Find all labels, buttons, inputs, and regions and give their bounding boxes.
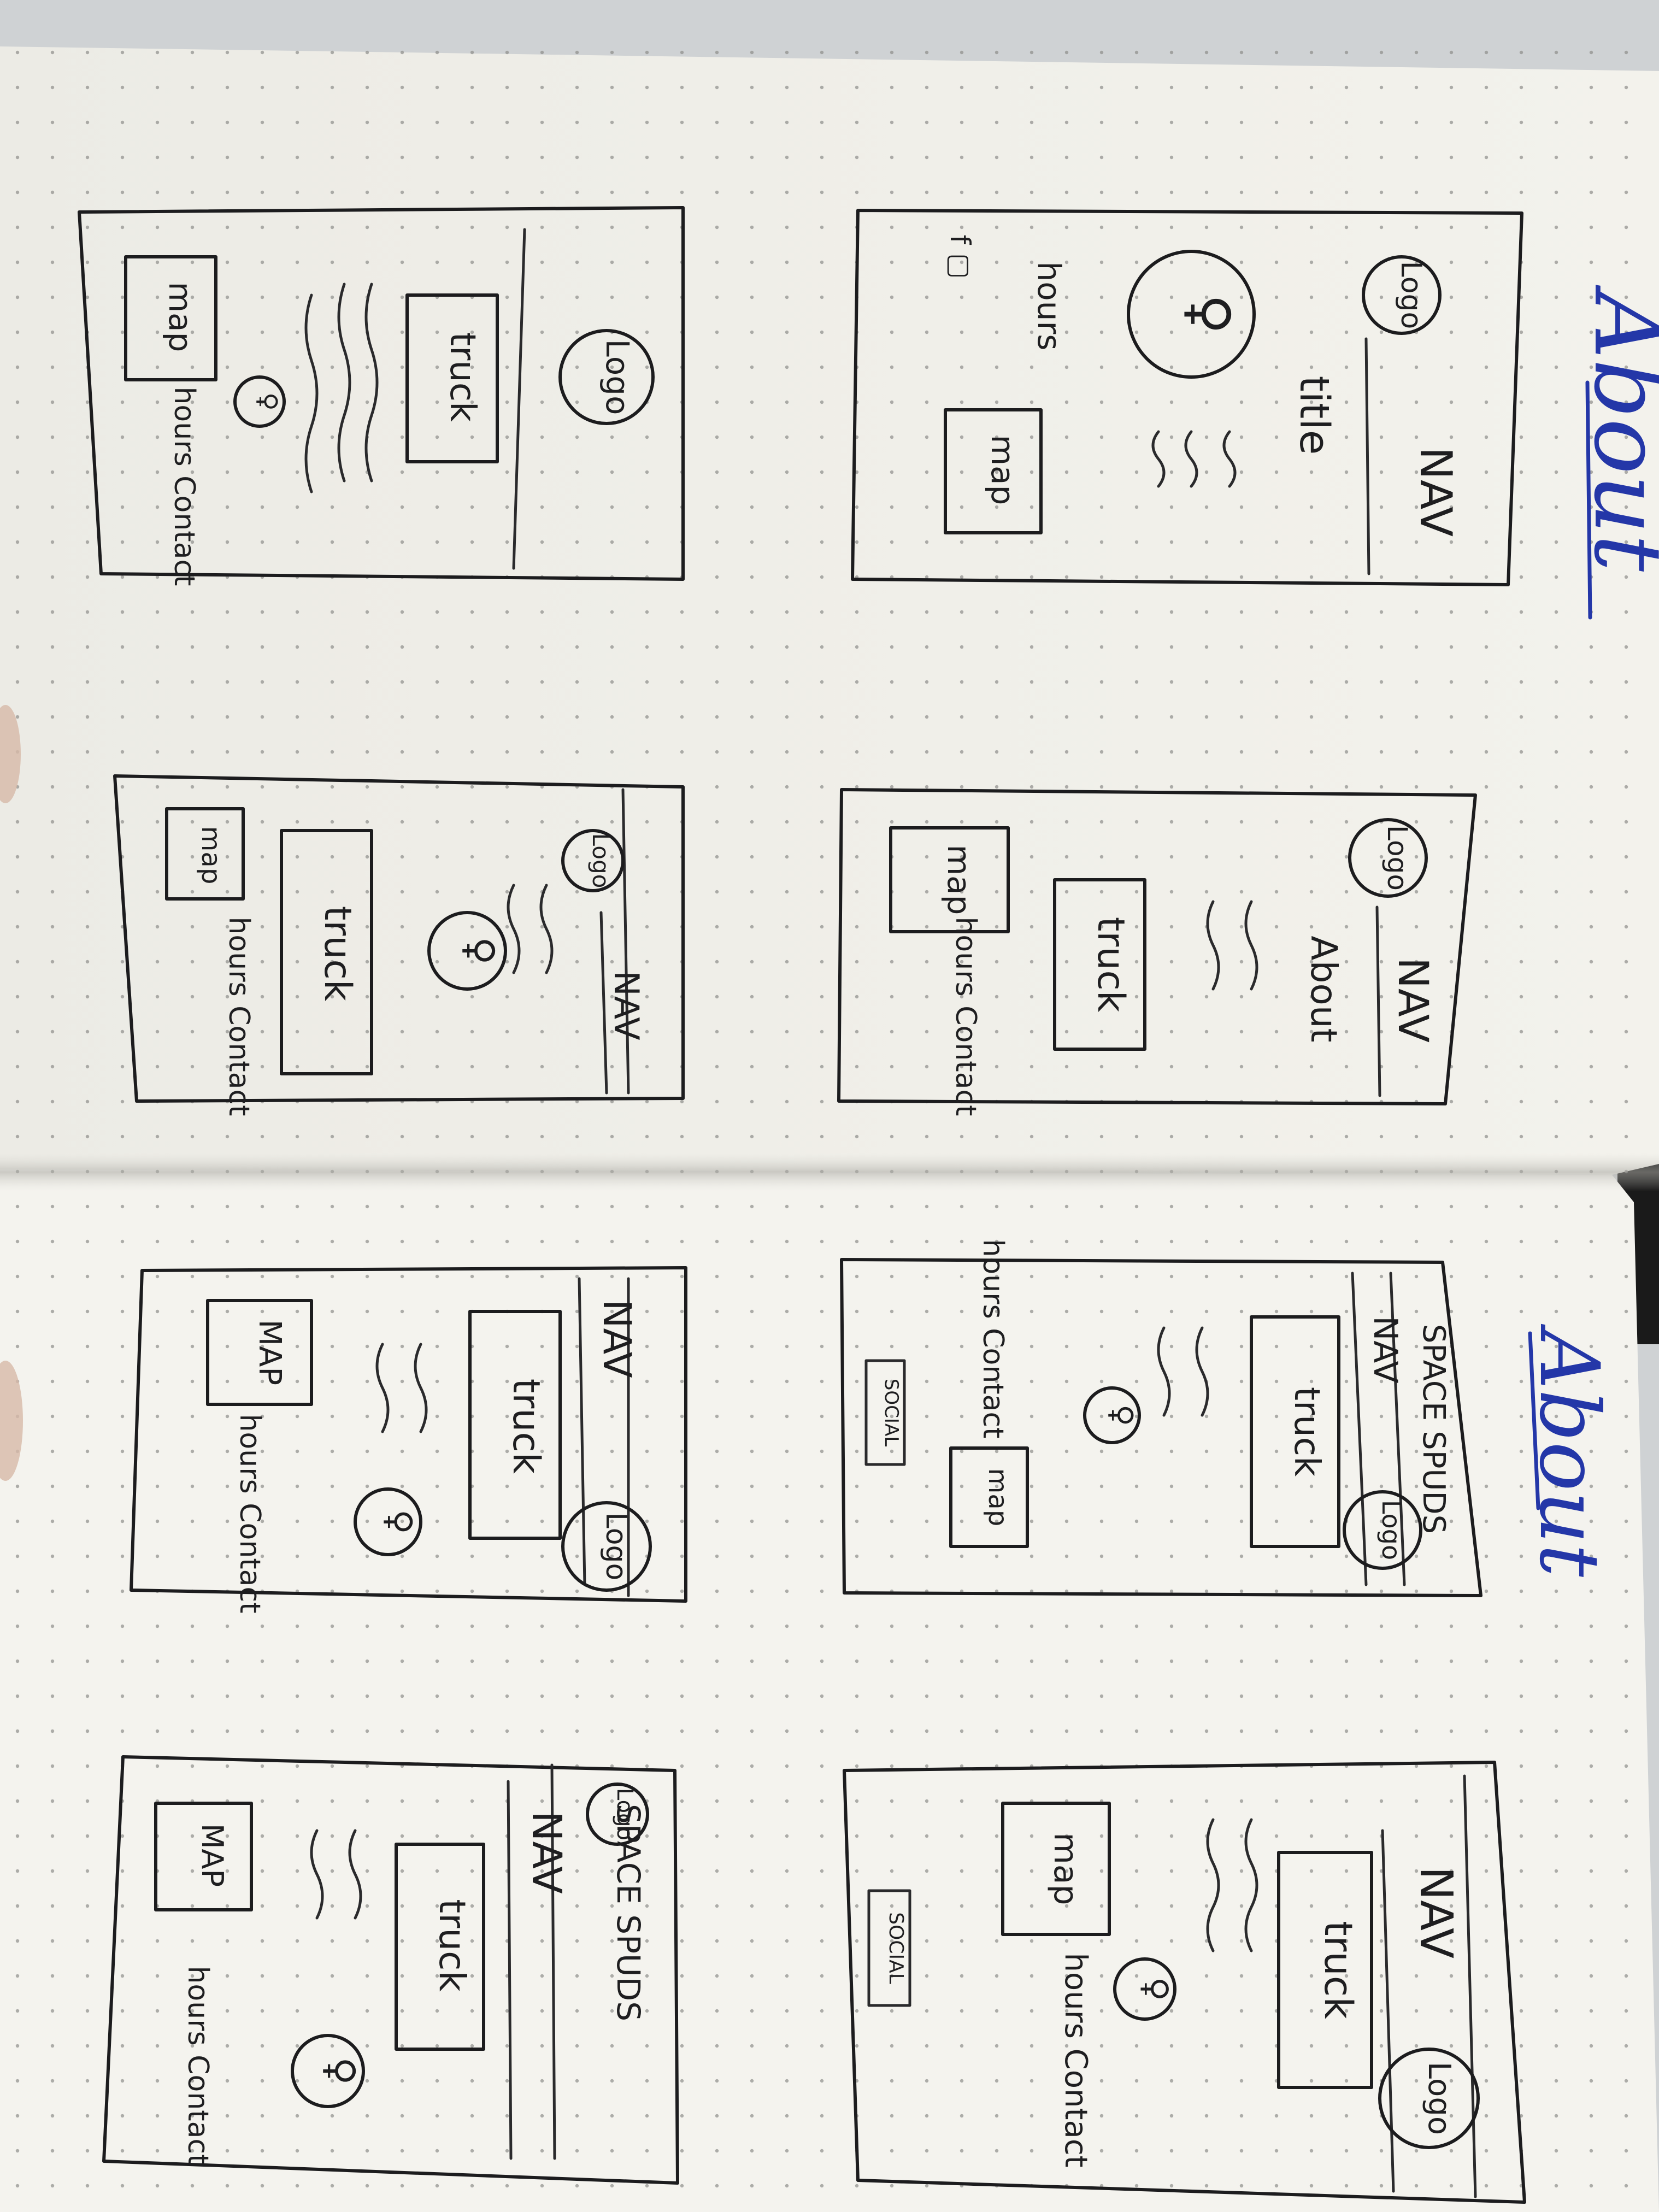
footer-text: hours Contact	[222, 916, 255, 1116]
nav-text: NAV	[595, 1299, 639, 1378]
footer-text: hours Contact	[168, 386, 201, 586]
brand-text: SPACE SPUDS	[610, 1804, 647, 2021]
footer-text: hours Contact	[949, 916, 982, 1116]
logo-text: Logo	[1395, 261, 1427, 330]
map-label: map	[983, 1468, 1013, 1527]
svg-text:♀: ♀	[319, 2057, 363, 2085]
truck-button: truck	[431, 1899, 473, 1992]
footer-text: hours Contact	[1058, 1952, 1093, 2167]
truck-button: truck	[1089, 917, 1132, 1013]
svg-text:♀: ♀	[1137, 1977, 1175, 2001]
map-label: map	[162, 282, 199, 352]
truck-button: truck	[504, 1379, 548, 1474]
heading-bottom: About	[1521, 1323, 1616, 1577]
logo-text: Logo	[1376, 1500, 1406, 1560]
truck-button: truck	[442, 332, 483, 422]
truck-button: truck	[1286, 1387, 1327, 1476]
logo-text: Logo	[599, 1513, 632, 1581]
logo-text: Logo	[587, 833, 614, 889]
footer-text: hours	[1031, 261, 1068, 350]
map-label: map	[1046, 1832, 1085, 1905]
svg-text:♀: ♀	[458, 937, 503, 964]
logo-text: Logo	[1421, 2062, 1457, 2135]
social-label: SOCIAL	[885, 1912, 907, 1984]
map-label: map	[940, 845, 978, 915]
map-label: MAP	[195, 1823, 230, 1887]
svg-text:♀: ♀	[1178, 294, 1242, 334]
footer-text: hours Contact	[233, 1414, 266, 1613]
map-label: MAP	[252, 1320, 287, 1385]
logo-text: Logo	[599, 339, 636, 415]
svg-text:♀: ♀	[1105, 1404, 1139, 1426]
nav-text: NAV	[1366, 1316, 1404, 1383]
truck-button: truck	[1316, 1921, 1361, 2019]
nav-text: NAV	[1389, 957, 1438, 1043]
nav-text: NAV	[607, 970, 646, 1040]
nav-text: NAV	[1410, 447, 1461, 537]
logo-text: Logo	[1381, 825, 1413, 891]
svg-text:♀: ♀	[254, 392, 283, 411]
heading-top: About	[1573, 285, 1659, 620]
notebook-photo: About About Logo truck ♀ map hours Conta…	[0, 0, 1659, 2212]
brand-text: SPACE SPUDS	[1416, 1324, 1451, 1534]
map-label: map	[984, 435, 1021, 505]
social-label: SOCIAL	[880, 1379, 902, 1446]
title-text: title	[1291, 376, 1338, 455]
subtitle-text: About	[1303, 936, 1345, 1042]
footer-text: hours Contact	[181, 1966, 214, 2165]
map-label: map	[196, 826, 226, 885]
nav-text: NAV	[1410, 1867, 1462, 1958]
nav-text: NAV	[523, 1811, 570, 1894]
svg-text:f ▢: f ▢	[944, 235, 976, 279]
footer-text: hours Contact	[976, 1239, 1009, 1438]
truck-button: truck	[316, 906, 359, 1002]
svg-text:♀: ♀	[380, 1509, 420, 1534]
